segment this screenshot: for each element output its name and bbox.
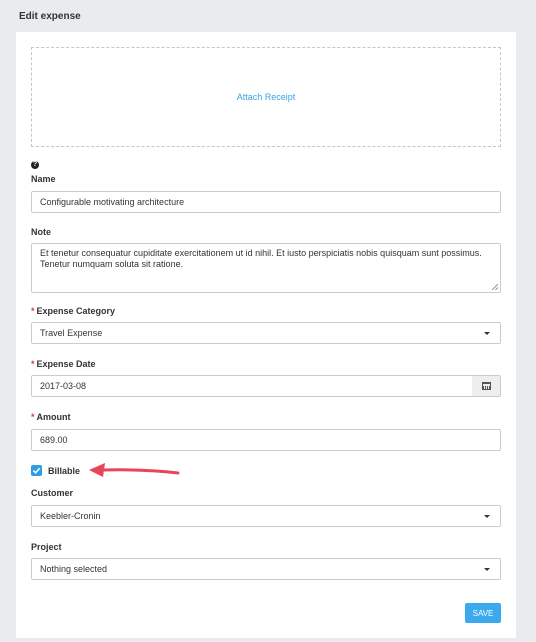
billable-label: Billable	[48, 466, 81, 476]
receipt-dropzone[interactable]: Attach Receipt	[31, 47, 501, 147]
checkmark-icon	[32, 467, 41, 474]
save-button[interactable]: SAVE	[465, 603, 501, 623]
customer-select[interactable]: Keebler-Cronin	[31, 505, 501, 527]
expense-date-input[interactable]: 2017-03-08	[31, 375, 473, 397]
calendar-icon	[481, 382, 491, 390]
expense-category-label: * Expense Category	[31, 306, 116, 316]
question-circle-icon[interactable]: ?	[31, 161, 39, 169]
attach-receipt-link[interactable]: Attach Receipt	[237, 92, 296, 102]
date-picker-button[interactable]	[472, 375, 501, 397]
required-mark: *	[31, 359, 35, 369]
billable-checkbox[interactable]	[31, 465, 42, 476]
customer-value: Keebler-Cronin	[40, 511, 101, 521]
resize-grip-icon[interactable]	[492, 284, 498, 290]
caret-down-icon	[484, 515, 490, 518]
required-mark: *	[31, 412, 35, 422]
note-text: Et tenetur consequatur cupiditate exerci…	[40, 248, 482, 269]
project-value: Nothing selected	[40, 564, 108, 574]
amount-input[interactable]: 689.00	[31, 429, 501, 451]
customer-label: Customer	[31, 488, 74, 498]
page-title: Edit expense	[19, 11, 81, 22]
note-label: Note	[31, 227, 51, 237]
name-input[interactable]: Configurable motivating architecture	[31, 191, 501, 213]
caret-down-icon	[484, 568, 490, 571]
project-label: Project	[31, 542, 62, 552]
project-select[interactable]: Nothing selected	[31, 558, 501, 580]
expense-form-card: Attach Receipt ? Name Configurable motiv…	[16, 32, 516, 638]
expense-category-value: Travel Expense	[40, 328, 103, 338]
name-label: Name	[31, 174, 56, 184]
expense-category-select[interactable]: Travel Expense	[31, 322, 501, 344]
caret-down-icon	[484, 332, 490, 335]
required-mark: *	[31, 306, 35, 316]
amount-label: * Amount	[31, 412, 71, 422]
note-textarea[interactable]: Et tenetur consequatur cupiditate exerci…	[31, 243, 501, 293]
arrow-left-icon	[89, 463, 180, 477]
expense-date-label: * Expense Date	[31, 359, 96, 369]
